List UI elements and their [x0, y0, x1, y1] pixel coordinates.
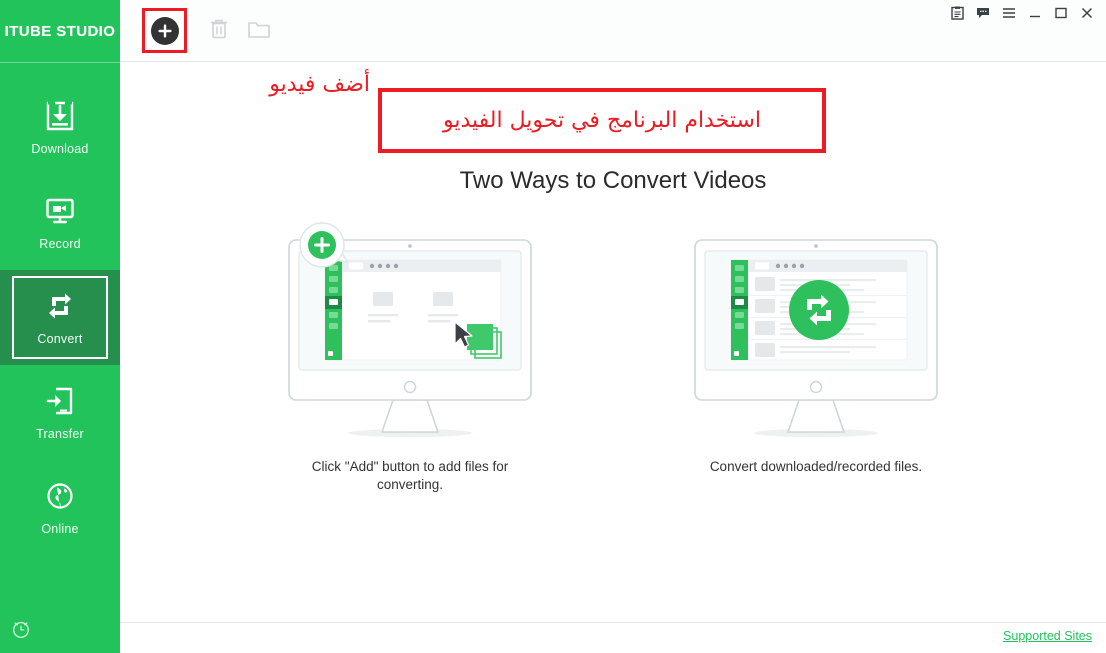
minimize-icon[interactable]	[1022, 1, 1048, 25]
menu-icon[interactable]	[996, 1, 1022, 25]
record-icon	[43, 194, 77, 228]
maximize-icon[interactable]	[1048, 1, 1074, 25]
monitor-add-files-illustration	[285, 222, 535, 442]
sidebar-item-label: Record	[39, 237, 81, 251]
alarm-clock-icon[interactable]	[10, 618, 32, 640]
close-icon[interactable]	[1074, 1, 1100, 25]
add-button[interactable]	[142, 8, 187, 53]
sidebar-item-record[interactable]: Record	[0, 175, 120, 270]
card-caption: Click "Add" button to add files for conv…	[311, 459, 509, 493]
transfer-icon	[43, 384, 77, 418]
convert-icon	[43, 289, 77, 323]
sidebar-nav: Download Record Convert Transfer Online	[0, 63, 120, 555]
itube-studio-window: ITUBE STUDIO Download Record Convert Tra…	[0, 0, 1106, 653]
sidebar-item-label: Download	[31, 142, 89, 156]
plus-circle-icon	[150, 16, 179, 45]
sidebar-item-label: Transfer	[36, 427, 84, 441]
trash-icon	[208, 17, 230, 46]
sidebar-item-online[interactable]: Online	[0, 460, 120, 555]
sidebar-item-convert[interactable]: Convert	[0, 270, 120, 365]
window-controls	[944, 0, 1106, 26]
card-convert-files: Convert downloaded/recorded files.	[691, 222, 941, 494]
online-globe-icon	[43, 479, 77, 513]
open-folder-button[interactable]	[246, 18, 272, 44]
footer-bar: Supported Sites	[120, 622, 1106, 653]
download-icon	[43, 99, 77, 133]
cards-row: Click "Add" button to add files for conv…	[120, 222, 1106, 494]
sidebar-item-label: Convert	[37, 332, 83, 346]
card-caption: Convert downloaded/recorded files.	[709, 459, 923, 474]
folder-icon	[247, 18, 271, 45]
sidebar-item-download[interactable]: Download	[0, 80, 120, 175]
card-add-files: Click "Add" button to add files for conv…	[285, 222, 535, 494]
page-title: Two Ways to Convert Videos	[459, 167, 767, 194]
main-pane: أضف فيديو استخدام البرنامج في تحويل الفي…	[120, 0, 1106, 653]
notes-icon[interactable]	[944, 1, 970, 25]
app-logo: ITUBE STUDIO	[4, 22, 116, 40]
sidebar: ITUBE STUDIO Download Record Convert Tra…	[0, 0, 120, 653]
content-area: Two Ways to Convert Videos Click "Add" b…	[120, 62, 1106, 622]
sidebar-item-transfer[interactable]: Transfer	[0, 365, 120, 460]
sidebar-footer	[0, 605, 120, 653]
monitor-convert-illustration	[691, 222, 941, 442]
supported-sites-link[interactable]: Supported Sites	[1003, 629, 1092, 643]
delete-button[interactable]	[206, 18, 232, 44]
sidebar-item-label: Online	[41, 522, 79, 536]
feedback-icon[interactable]	[970, 1, 996, 25]
